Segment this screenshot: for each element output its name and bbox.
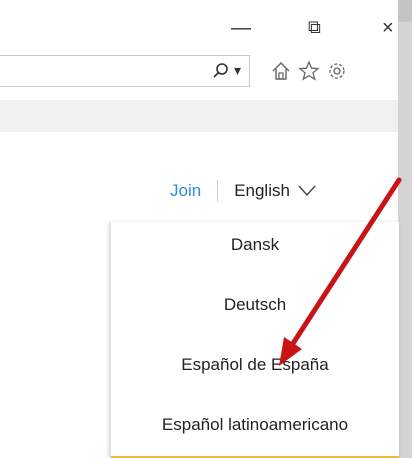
chevron-down-icon: ▾ xyxy=(233,62,241,78)
language-selector[interactable]: English xyxy=(234,181,316,201)
star-icon[interactable] xyxy=(298,60,320,82)
nav-divider xyxy=(217,180,219,202)
browser-titlebar: — ⧉ × xyxy=(0,0,412,52)
gear-icon[interactable] xyxy=(326,60,348,82)
language-label: English xyxy=(234,181,290,200)
browser-toolbar xyxy=(270,58,348,84)
search-icon xyxy=(213,63,228,78)
address-bar[interactable]: ▾ xyxy=(0,55,250,87)
language-option-dansk[interactable]: Dansk xyxy=(111,233,399,257)
restore-button[interactable]: ⧉ xyxy=(308,18,321,36)
home-icon[interactable] xyxy=(270,60,292,82)
language-menu: Dansk Deutsch Español de España Español … xyxy=(110,222,399,458)
header-nav: Join English xyxy=(170,179,316,203)
language-option-espanol-espana[interactable]: Español de España xyxy=(111,353,399,377)
minimize-button[interactable]: — xyxy=(231,18,251,38)
search-dropdown[interactable]: ▾ xyxy=(212,62,241,80)
join-link[interactable]: Join xyxy=(170,181,201,201)
favorites-bar xyxy=(0,100,398,132)
close-button[interactable]: × xyxy=(382,18,394,38)
chevron-down-icon xyxy=(298,185,316,197)
scrollbar-thumb[interactable] xyxy=(398,0,412,22)
language-option-espanol-latinoamericano[interactable]: Español latinoamericano xyxy=(111,413,399,437)
vertical-scrollbar[interactable] xyxy=(398,0,412,458)
language-option-deutsch[interactable]: Deutsch xyxy=(111,293,399,317)
